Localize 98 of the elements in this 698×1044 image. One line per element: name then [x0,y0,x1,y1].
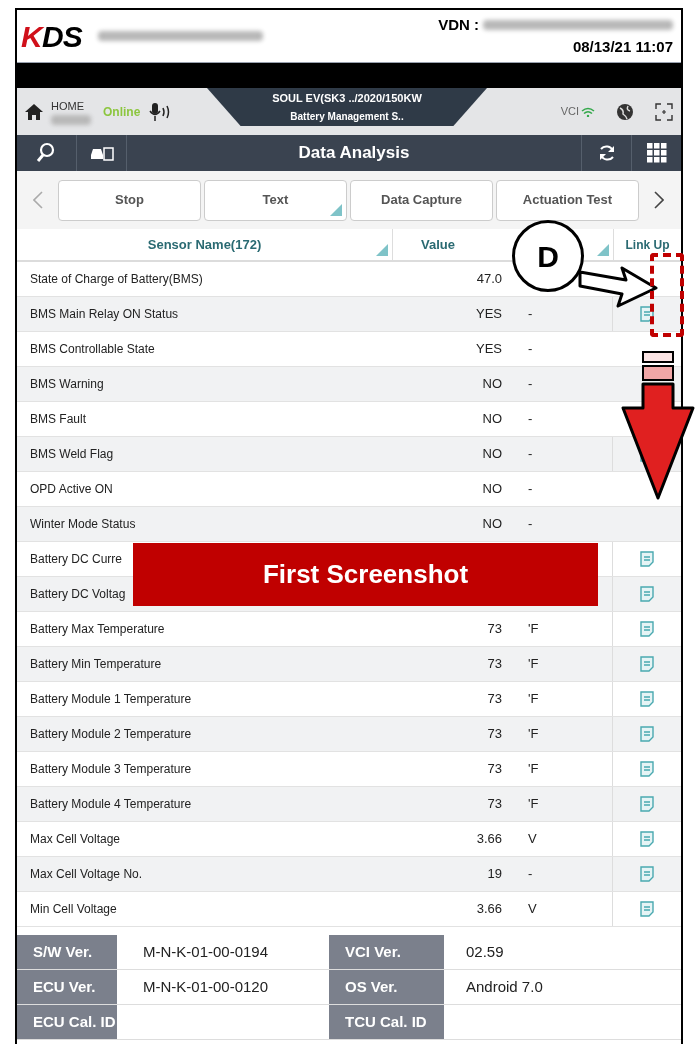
toolbar-button[interactable]: Data Capture [350,179,493,221]
fullscreen-icon[interactable] [655,102,673,121]
sensor-name: Winter Mode Status [30,516,136,533]
sensor-unit: - [527,375,534,394]
sensor-name: Max Cell Voltage No. [30,866,143,883]
sensor-value: NO [481,410,502,429]
sensor-value: NO [481,480,502,499]
online-status: Online [103,103,141,121]
chevron-left-icon[interactable] [33,191,43,209]
note-icon[interactable] [640,831,654,847]
sensor-unit: V [527,830,538,849]
sensor-name: Battery Module 3 Temperature [30,761,192,778]
sensor-name: BMS Weld Flag [30,446,114,463]
sensor-unit: - [527,480,534,499]
sensor-unit: 'F [527,690,540,709]
sensor-value: 73 [486,725,502,744]
sensor-value: 73 [486,655,502,674]
info-value: 02.59 [465,941,505,962]
sensor-name: BMS Main Relay ON Status [30,306,179,323]
home-label[interactable]: HOME [51,98,91,115]
sensor-unit: - [527,340,534,359]
vdn-label: VDN : [438,14,479,35]
sensor-name: Battery Min Temperature [30,656,162,673]
info-label: S/W Ver. [17,935,117,969]
sensor-value: NO [481,375,502,394]
sensor-name: BMS Warning [30,376,104,393]
sensor-name: Battery Max Temperature [30,621,165,638]
toolbar-button[interactable]: Stop [58,179,201,221]
sensor-value: 19 [486,865,502,884]
page-title: Data Analysis [297,142,411,165]
globe-icon[interactable] [615,101,635,122]
sensor-name: Min Cell Voltage [30,901,117,918]
logo: KDS [21,18,83,55]
sensor-value: YES [475,340,502,359]
sensor-value: 73 [486,760,502,779]
sensor-unit: 'F [527,760,540,779]
sensor-name: BMS Fault [30,411,86,428]
sensor-value: 73 [486,690,502,709]
sensor-value: 73 [486,795,502,814]
toolbar-button[interactable]: Actuation Test [496,179,639,221]
sensor-value: 47.0 [475,270,502,289]
info-label: OS Ver. [329,970,444,1004]
info-value: M-N-K-01-00-0194 [142,941,270,962]
note-icon[interactable] [640,761,654,777]
vehicle-document-icon[interactable] [89,145,114,161]
sensor-name: Battery DC Voltag [30,586,126,603]
info-value: Android 7.0 [465,976,544,997]
sensor-value: NO [481,515,502,534]
wifi-icon [581,106,595,117]
sensor-unit: V [527,900,538,919]
sensor-unit: - [527,865,534,884]
sensor-unit: 'F [527,795,540,814]
caption-banner: First Screenshot [133,543,598,606]
sensor-name: OPD Active ON [30,481,113,498]
vehicle-name: SOUL EV(SK3 ../2020/150KW [272,91,422,106]
sensor-unit: - [527,515,534,534]
note-icon[interactable] [640,306,654,322]
sensor-name: Battery Module 2 Temperature [30,726,192,743]
sensor-name: BMS Controllable State [30,341,155,358]
note-icon[interactable] [640,901,654,917]
column-header[interactable]: Value [393,229,483,260]
corner-triangle-icon [376,244,388,256]
sensor-name: Battery DC Curre [30,551,123,568]
info-label: VCI Ver. [329,935,444,969]
home-icon[interactable] [25,103,43,120]
sensor-name: Battery Module 4 Temperature [30,796,192,813]
sensor-value: NO [481,445,502,464]
sensor-unit: - [527,410,534,429]
grid-menu-icon[interactable] [646,143,667,163]
chevron-right-icon[interactable] [654,191,664,209]
info-label: ECU Ver. [17,970,117,1004]
info-label: ECU Cal. ID [17,1005,117,1039]
sensor-value: 3.66 [475,900,502,919]
sensor-name: Max Cell Voltage [30,831,121,848]
sensor-unit: 'F [527,725,540,744]
column-header[interactable]: Link Up [613,229,681,260]
vci-label: VCI [560,104,579,120]
corner-triangle-icon [330,203,342,216]
sensor-name: State of Charge of Battery(BMS) [30,271,203,288]
note-icon[interactable] [640,691,654,707]
sensor-value: 73 [486,620,502,639]
toolbar-button[interactable]: Text [204,179,347,221]
sensor-unit: 'F [527,655,540,674]
info-label: TCU Cal. ID [329,1005,444,1039]
sensor-unit: 'F [527,620,540,639]
corner-triangle-icon [597,244,609,256]
date-time: 08/13/21 11:07 [572,37,673,57]
sensor-value: 3.66 [475,830,502,849]
info-value: M-N-K-01-00-0120 [142,976,270,997]
blurred-text [51,114,91,125]
sensor-unit: - [527,445,534,464]
sensor-value: YES [475,305,502,324]
sensor-name: Battery Module 1 Temperature [30,691,192,708]
column-header[interactable]: Sensor Name(172) [17,229,393,260]
note-icon[interactable] [640,551,654,567]
note-icon[interactable] [640,621,654,637]
system-name: Battery Management S.. [290,109,404,124]
sensor-unit: - [527,305,534,324]
